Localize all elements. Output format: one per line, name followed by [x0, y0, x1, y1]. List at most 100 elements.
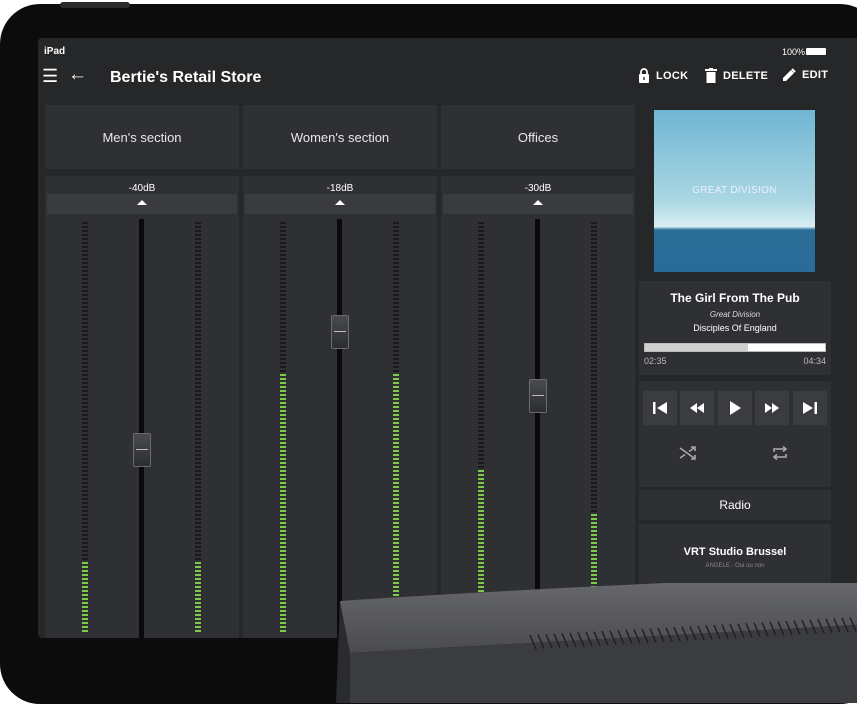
delete-button[interactable]: DELETE	[705, 68, 768, 83]
meter-segment	[195, 354, 201, 356]
lock-button[interactable]: LOCK	[638, 68, 688, 83]
meter-segment	[478, 434, 484, 436]
meter-segment	[591, 550, 597, 552]
meter-segment	[393, 458, 399, 460]
fader-track[interactable]	[535, 219, 540, 638]
meter-segment	[478, 362, 484, 364]
meter-segment	[82, 346, 88, 348]
meter-segment	[82, 358, 88, 360]
meter-segment	[280, 274, 286, 276]
fader-track[interactable]	[337, 219, 342, 638]
meter-segment	[478, 550, 484, 552]
meter-segment	[82, 306, 88, 308]
fader-knob[interactable]	[529, 379, 547, 413]
meter-segment	[82, 246, 88, 248]
zone-header-womens[interactable]: Women's section	[243, 105, 437, 169]
meter-segment	[478, 546, 484, 548]
meter-segment	[478, 442, 484, 444]
meter-segment	[393, 294, 399, 296]
meter-segment	[195, 466, 201, 468]
meter-segment	[393, 510, 399, 512]
repeat-icon[interactable]	[771, 445, 789, 465]
meter-segment	[82, 486, 88, 488]
meter-segment	[280, 394, 286, 396]
fader-panel-womens: -18dB	[243, 176, 437, 638]
meter-segment	[393, 278, 399, 280]
edit-button[interactable]: EDIT	[782, 68, 828, 82]
fader-knob[interactable]	[133, 433, 151, 467]
shuffle-icon[interactable]	[679, 446, 697, 465]
meter-segment	[591, 414, 597, 416]
meter-segment	[195, 590, 201, 592]
meter-segment	[591, 226, 597, 228]
meter-segment	[393, 422, 399, 424]
meter-segment	[478, 562, 484, 564]
meter-segment	[82, 626, 88, 628]
back-arrow-icon[interactable]: ←	[68, 64, 87, 86]
meter-segment	[280, 454, 286, 456]
meter-segment	[393, 222, 399, 224]
meter-segment	[195, 518, 201, 520]
fast-forward-icon[interactable]	[755, 391, 789, 425]
meter-segment	[82, 330, 88, 332]
meter-segment	[591, 482, 597, 484]
meter-segment	[195, 414, 201, 416]
meter-segment	[82, 378, 88, 380]
meter-segment	[195, 566, 201, 568]
meter-segment	[82, 354, 88, 356]
meter-segment	[280, 534, 286, 536]
volume-up-button[interactable]	[245, 194, 435, 214]
meter-segment	[280, 490, 286, 492]
meter-segment	[591, 378, 597, 380]
meter-segment	[82, 506, 88, 508]
meter-segment	[591, 262, 597, 264]
meter-segment	[591, 398, 597, 400]
meter-segment	[82, 290, 88, 292]
play-icon[interactable]	[718, 391, 752, 425]
meter-segment	[195, 586, 201, 588]
meter-segment	[478, 518, 484, 520]
meter-segment	[478, 330, 484, 332]
progress-bar[interactable]	[644, 343, 826, 352]
meter-segment	[195, 630, 201, 632]
meter-segment	[195, 246, 201, 248]
meter-segment	[82, 374, 88, 376]
meter-segment	[82, 326, 88, 328]
meter-segment	[478, 522, 484, 524]
meter-segment	[478, 414, 484, 416]
meter-segment	[82, 234, 88, 236]
meter-segment	[591, 446, 597, 448]
meter-segment	[591, 294, 597, 296]
meter-segment	[591, 466, 597, 468]
meter-segment	[195, 270, 201, 272]
meter-segment	[393, 298, 399, 300]
meter-segment	[82, 470, 88, 472]
fader-knob[interactable]	[331, 315, 349, 349]
zone-header-mens[interactable]: Men's section	[45, 105, 239, 169]
meter-segment	[195, 546, 201, 548]
skip-previous-icon[interactable]	[643, 391, 677, 425]
meter-segment	[478, 350, 484, 352]
fader-track[interactable]	[139, 219, 144, 638]
volume-up-button[interactable]	[443, 194, 633, 214]
meter-segment	[195, 322, 201, 324]
meter-segment	[280, 254, 286, 256]
meter-segment	[591, 510, 597, 512]
menu-icon[interactable]: ☰	[42, 66, 58, 87]
meter-segment	[393, 462, 399, 464]
meter-segment	[393, 270, 399, 272]
volume-up-button[interactable]	[47, 194, 237, 214]
meter-segment	[591, 478, 597, 480]
album-art-text: GREAT DIVISION	[692, 185, 777, 196]
meter-segment	[195, 346, 201, 348]
meter-segment	[591, 246, 597, 248]
meter-segment	[195, 530, 201, 532]
zone-header-offices[interactable]: Offices	[441, 105, 635, 169]
source-radio[interactable]: Radio	[639, 490, 831, 520]
meter-segment	[591, 486, 597, 488]
meter-segment	[82, 446, 88, 448]
skip-next-icon[interactable]	[793, 391, 827, 425]
meter-segment	[280, 618, 286, 620]
rewind-icon[interactable]	[680, 391, 714, 425]
meter-segment	[280, 614, 286, 616]
